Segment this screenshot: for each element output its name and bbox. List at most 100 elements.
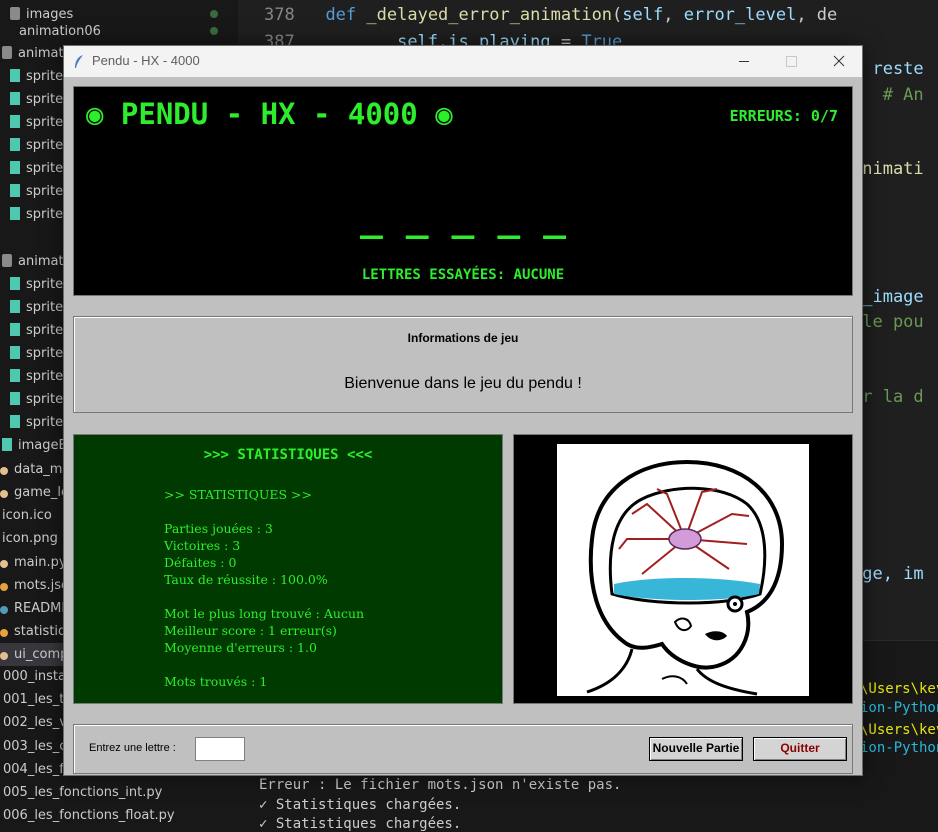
explorer-item[interactable]: imageB bbox=[2, 434, 67, 457]
feather-icon bbox=[75, 55, 83, 68]
explorer-item[interactable]: sprite bbox=[10, 111, 63, 134]
letter-input-label: Entrez une lettre : bbox=[89, 742, 176, 754]
explorer-item[interactable]: 000_instal bbox=[3, 665, 70, 688]
explorer-item[interactable]: sprite bbox=[10, 388, 63, 411]
python-file-icon bbox=[0, 652, 8, 660]
maximize-button[interactable] bbox=[768, 46, 814, 77]
image-file-icon bbox=[10, 369, 20, 382]
explorer-item[interactable]: icon.ico bbox=[2, 504, 52, 527]
image-panel bbox=[513, 434, 853, 704]
explorer-item[interactable]: sprite bbox=[10, 88, 63, 111]
explorer-item[interactable]: sprite bbox=[10, 273, 63, 296]
input-panel: Entrez une lettre : Nouvelle Partie Quit… bbox=[73, 724, 853, 774]
minimize-icon bbox=[739, 61, 749, 62]
image-file-icon bbox=[10, 346, 20, 359]
maximize-icon bbox=[786, 56, 797, 67]
close-icon bbox=[833, 55, 845, 67]
explorer-item[interactable]: sprite bbox=[10, 342, 63, 365]
explorer-item[interactable]: data_ma bbox=[0, 458, 70, 481]
explorer-item[interactable]: main.py bbox=[0, 551, 67, 574]
image-file-icon bbox=[10, 138, 20, 151]
explorer-item[interactable]: 006_les_fonctions_float.py bbox=[3, 804, 175, 827]
error-counter: ERREURS: 0/7 bbox=[729, 107, 838, 125]
info-message: Bienvenue dans le jeu du pendu ! bbox=[344, 375, 582, 392]
explorer-item[interactable]: sprite bbox=[10, 203, 63, 226]
info-title: Informations de jeu bbox=[407, 331, 519, 345]
terminal-path: ion-Python bbox=[860, 700, 938, 716]
image-file-icon bbox=[10, 161, 20, 174]
explorer-item[interactable]: sprite bbox=[10, 365, 63, 388]
python-file-icon bbox=[0, 560, 8, 568]
tried-letters: LETTRES ESSAYÉES: AUCUNE bbox=[361, 267, 565, 283]
terminal-line: Erreur : Le fichier mots.json n'existe p… bbox=[259, 777, 622, 793]
explorer-item[interactable]: animati bbox=[2, 250, 67, 273]
explorer-item[interactable]: sprite bbox=[10, 157, 63, 180]
image-file-icon bbox=[10, 415, 20, 428]
image-file-icon bbox=[10, 115, 20, 128]
brain-character-illustration bbox=[557, 444, 809, 696]
terminal-path: ion-Python bbox=[860, 740, 938, 756]
stat-best-score: Meilleur score : 1 erreur(s) bbox=[164, 623, 337, 638]
stat-games-played: Parties jouées : 3 bbox=[164, 521, 273, 536]
stat-average-errors: Moyenne d'erreurs : 1.0 bbox=[164, 640, 317, 655]
explorer-item[interactable]: sprite bbox=[10, 411, 63, 434]
explorer-item[interactable]: animati bbox=[2, 42, 67, 65]
letter-input[interactable] bbox=[195, 737, 245, 761]
explorer-item[interactable]: 004_les_fo bbox=[3, 758, 72, 781]
explorer-item[interactable]: game_lo bbox=[0, 481, 69, 504]
json-file-icon bbox=[0, 583, 8, 591]
explorer-item[interactable]: sprite bbox=[10, 296, 63, 319]
explorer-item[interactable]: mots.jso bbox=[0, 574, 69, 597]
json-file-icon bbox=[0, 629, 8, 637]
explorer-item[interactable]: animation06 bbox=[19, 20, 101, 43]
hidden-word: _ _ _ _ _ bbox=[360, 195, 566, 239]
explorer-item[interactable]: 005_les_fonctions_int.py bbox=[3, 781, 162, 804]
terminal-line: ✓ Statistiques chargées. bbox=[259, 797, 462, 813]
image-file-icon bbox=[10, 300, 20, 313]
image-file-icon bbox=[10, 207, 20, 220]
explorer-item[interactable]: sprite bbox=[10, 134, 63, 157]
python-file-icon bbox=[0, 490, 8, 498]
statistics-subheading: >> STATISTIQUES >> bbox=[164, 487, 312, 502]
terminal-path: \Users\kev bbox=[860, 722, 938, 738]
new-game-button[interactable]: Nouvelle Partie bbox=[649, 737, 743, 761]
minimize-button[interactable] bbox=[721, 46, 767, 77]
explorer-item[interactable]: sprite bbox=[10, 180, 63, 203]
terminal-line: ✓ Statistiques chargées. bbox=[259, 816, 462, 832]
explorer-item[interactable]: READMI bbox=[0, 597, 65, 620]
game-board: ◉ PENDU - HX - 4000 ◉ ERREURS: 0/7 _ _ _… bbox=[73, 86, 853, 296]
image-file-icon bbox=[10, 277, 20, 290]
folder-icon bbox=[10, 7, 20, 20]
python-file-icon bbox=[0, 467, 8, 475]
code-line: 378 def _delayed_error_animation(self, e… bbox=[264, 5, 838, 25]
image-file-icon bbox=[10, 392, 20, 405]
explorer-item[interactable]: 001_les_ty bbox=[3, 688, 72, 711]
info-panel: Informations de jeu Bienvenue dans le je… bbox=[73, 316, 853, 413]
game-title: ◉ PENDU - HX - 4000 ◉ bbox=[86, 97, 453, 131]
quit-button[interactable]: Quitter bbox=[753, 737, 847, 761]
window-title: Pendu - HX - 4000 bbox=[92, 53, 200, 68]
folder-icon bbox=[2, 46, 12, 59]
title-bar[interactable]: Pendu - HX - 4000 bbox=[64, 46, 862, 77]
info-file-icon bbox=[0, 606, 8, 614]
image-file-icon bbox=[2, 438, 12, 451]
status-dot bbox=[210, 27, 218, 35]
image-file-icon bbox=[10, 69, 20, 82]
status-dot bbox=[210, 10, 218, 18]
explorer-item[interactable]: icon.png bbox=[2, 527, 58, 550]
app-window: Pendu - HX - 4000 ◉ PENDU - HX - 4000 ◉ … bbox=[63, 45, 863, 776]
stat-losses: Défaites : 0 bbox=[164, 555, 237, 570]
terminal-path: \Users\kev bbox=[860, 681, 938, 697]
explorer-item[interactable]: sprite bbox=[10, 319, 63, 342]
explorer-item[interactable]: sprite bbox=[10, 65, 63, 88]
statistics-panel: >>> STATISTIQUES <<< >> STATISTIQUES >> … bbox=[73, 434, 503, 704]
stat-words-found: Mots trouvés : 1 bbox=[164, 674, 268, 689]
folder-icon bbox=[2, 254, 12, 267]
close-button[interactable] bbox=[816, 46, 862, 77]
image-file-icon bbox=[10, 323, 20, 336]
image-file-icon bbox=[10, 184, 20, 197]
stat-wins: Victoires : 3 bbox=[164, 538, 241, 553]
stat-success-rate: Taux de réussite : 100.0% bbox=[164, 572, 328, 587]
image-file-icon bbox=[10, 92, 20, 105]
stat-longest-word: Mot le plus long trouvé : Aucun bbox=[164, 606, 365, 621]
